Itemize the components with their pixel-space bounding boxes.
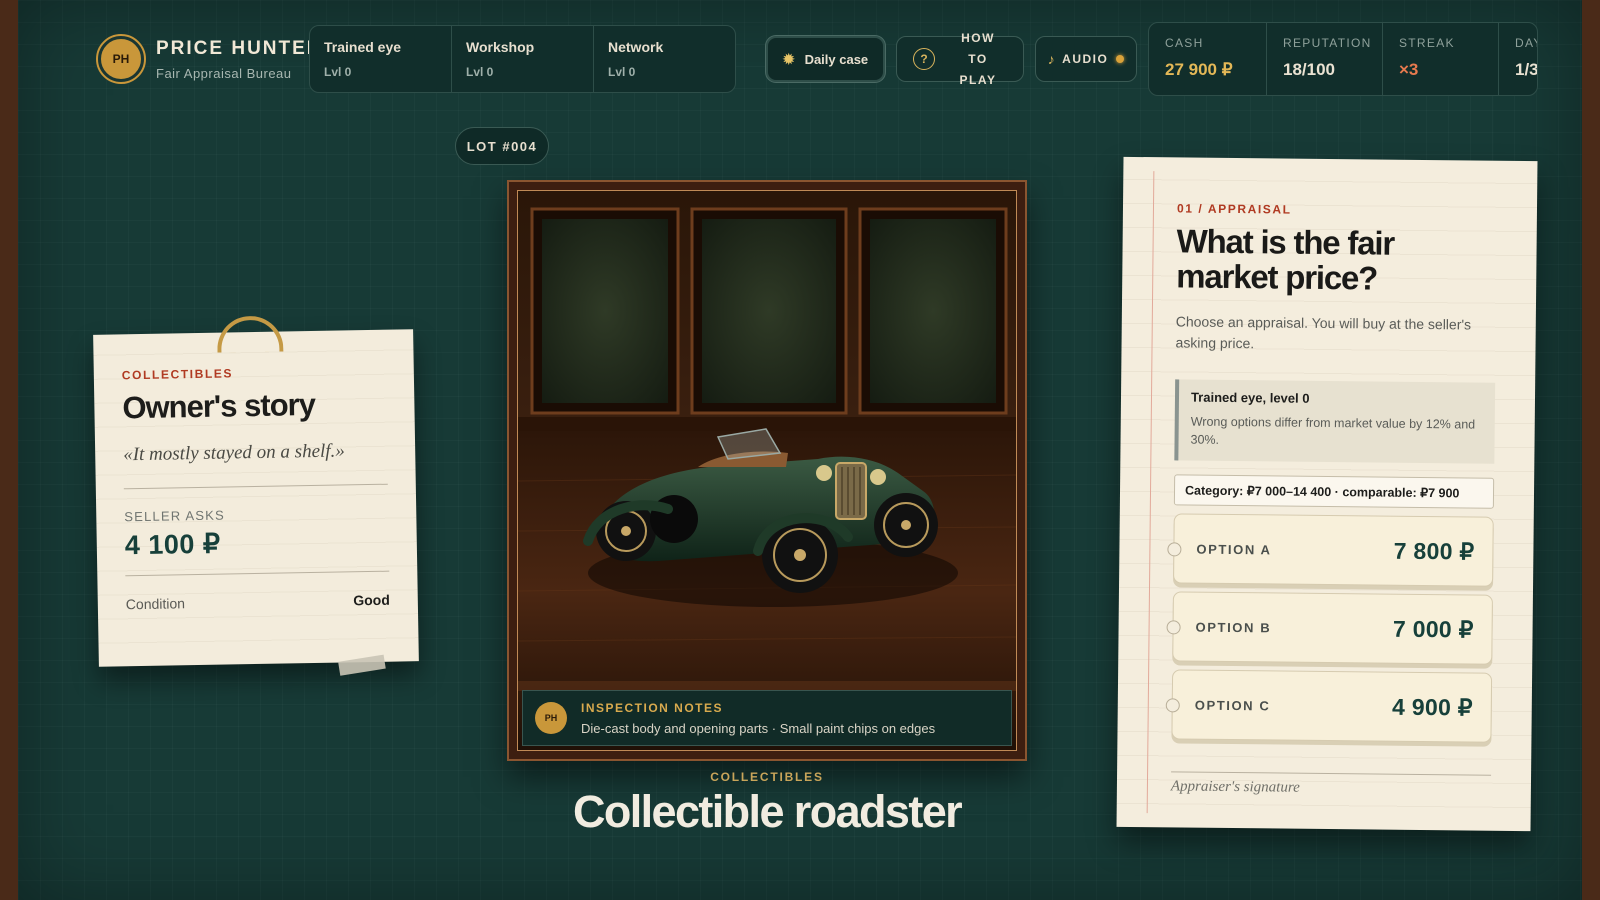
stat-value: ×3 (1399, 60, 1419, 79)
how-to-play-button[interactable]: ? HOW TO PLAY (896, 31, 1024, 87)
appraisal-description: Choose an appraisal. You will buy at the… (1175, 313, 1472, 352)
skill-level: Lvl 0 (608, 65, 636, 79)
daily-case-label: Daily case (804, 51, 869, 67)
skill-level: Lvl 0 (324, 65, 352, 79)
brand: PH PRICE HUNTER Fair Appraisal Bureau (96, 34, 323, 84)
sun-icon: ✹ (782, 50, 795, 67)
item-photo: PH INSPECTION NOTES Die-cast body and op… (517, 190, 1017, 751)
brand-logo: PH (96, 34, 146, 84)
option-c-button[interactable]: OPTION C 4 900 ₽ (1171, 669, 1493, 743)
item-photo-frame: PH INSPECTION NOTES Die-cast body and op… (507, 180, 1027, 761)
signature-line (1171, 771, 1492, 776)
condition-value: Good (353, 591, 390, 609)
item-title: Collectible roadster (572, 786, 963, 837)
stat-value: 1/3 (1515, 60, 1538, 79)
stat-streak: STREAK ×3 (1383, 23, 1499, 95)
stat-value: 27 900 ₽ (1165, 60, 1233, 79)
appraiser-signature: Appraiser's signature (1170, 778, 1300, 796)
daily-case-button[interactable]: ✹ Daily case (766, 36, 885, 82)
category-range: Category: ₽7 000–14 400 · comparable: ₽7… (1173, 474, 1495, 509)
how-to-play-label: HOW TO PLAY (959, 30, 997, 87)
game-board: PH PRICE HUNTER Fair Appraisal Bureau Tr… (18, 0, 1582, 900)
inspection-notes: PH INSPECTION NOTES Die-cast body and op… (522, 690, 1012, 746)
brand-title: PRICE HUNTER (156, 37, 323, 59)
stat-label: REPUTATION (1283, 36, 1372, 50)
appraisal-step: 01 / APPRAISAL (1176, 201, 1292, 217)
skill-name: Network (608, 39, 664, 55)
skill-workshop[interactable]: Workshop Lvl 0 (452, 26, 594, 92)
appraisal-sheet: 01 / APPRAISAL What is the fair market p… (1116, 156, 1538, 832)
music-note-icon: ♪ (1047, 51, 1057, 67)
inspection-text: Die-cast body and opening parts · Small … (581, 720, 936, 736)
stat-label: DAY (1515, 36, 1537, 50)
stats-panel: CASH 27 900 ₽ REPUTATION 18/100 STREAK ×… (1148, 22, 1538, 96)
option-a-button[interactable]: OPTION A 7 800 ₽ (1173, 513, 1494, 587)
inspection-title: INSPECTION NOTES (581, 700, 724, 715)
stat-reputation: REPUTATION 18/100 (1267, 23, 1383, 95)
tape-strip (338, 654, 386, 676)
skill-name: Workshop (466, 39, 535, 55)
appraisal-question: What is the fair market price? (1176, 222, 1395, 297)
stat-label: STREAK (1399, 36, 1455, 50)
brand-subtitle: Fair Appraisal Bureau (156, 65, 292, 81)
option-label: OPTION B (1195, 619, 1272, 635)
skill-trained-eye[interactable]: Trained eye Lvl 0 (310, 26, 452, 92)
owner-story-card: COLLECTIBLES Owner's story «It mostly st… (93, 315, 419, 676)
skill-hint-text: Wrong options differ from market value b… (1190, 414, 1476, 447)
inspector-badge: PH (535, 702, 567, 734)
question-icon: ? (913, 48, 935, 70)
option-value: 4 900 ₽ (1391, 693, 1473, 721)
seller-asks-label: SELLER ASKS (124, 507, 226, 525)
option-label: OPTION C (1194, 697, 1271, 713)
stat-day: DAY 1/3 (1499, 23, 1538, 95)
option-value: 7 000 ₽ (1392, 615, 1474, 643)
skill-level: Lvl 0 (466, 65, 494, 79)
owner-quote: «It mostly stayed on a shelf.» (123, 440, 346, 466)
audio-button[interactable]: ♪ AUDIO (1035, 36, 1137, 82)
owner-card-category: COLLECTIBLES (121, 366, 234, 383)
stat-value: 18/100 (1283, 60, 1335, 79)
divider (125, 570, 390, 577)
skill-name: Trained eye (324, 39, 402, 55)
item-category: COLLECTIBLES (710, 770, 824, 784)
condition-label: Condition (125, 595, 186, 613)
skill-network[interactable]: Network Lvl 0 (594, 26, 735, 92)
condition-row: Condition Good (126, 592, 390, 613)
seller-asks-value: 4 100 ₽ (124, 528, 221, 561)
stat-label: CASH (1165, 36, 1204, 50)
audio-label: AUDIO (1062, 52, 1109, 66)
roadster-illustration (518, 191, 1016, 750)
skills-panel: Trained eye Lvl 0 Workshop Lvl 0 Network… (309, 25, 736, 93)
option-b-button[interactable]: OPTION B 7 000 ₽ (1172, 591, 1493, 665)
option-value: 7 800 ₽ (1393, 537, 1475, 565)
skill-hint-title: Trained eye, level 0 (1190, 389, 1310, 406)
owner-card-title: Owner's story (122, 386, 316, 426)
divider (123, 483, 388, 490)
stat-cash: CASH 27 900 ₽ (1149, 23, 1267, 95)
lot-tag: LOT #004 (455, 127, 549, 165)
paper-clip-icon (216, 315, 284, 353)
option-label: OPTION A (1196, 541, 1272, 557)
audio-status-indicator (1116, 55, 1125, 63)
skill-hint: Trained eye, level 0 Wrong options diffe… (1174, 379, 1496, 464)
